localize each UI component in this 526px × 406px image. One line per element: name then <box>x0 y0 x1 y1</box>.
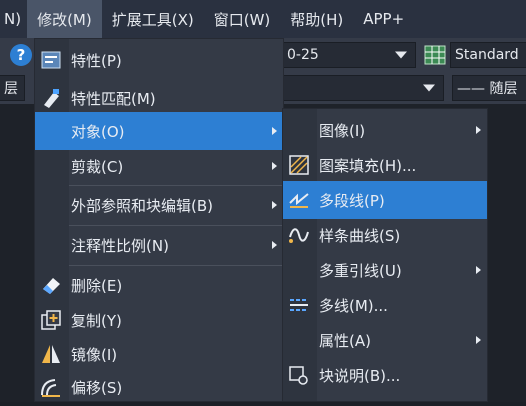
menu-modify[interactable]: 修改(M) <box>27 0 102 38</box>
menu-item-label: 图案填充(H)... <box>319 156 417 175</box>
menu-item-label: 复制(Y) <box>71 311 122 330</box>
style-value: Standard <box>455 47 519 63</box>
menu-item-hatch[interactable]: 图案填充(H)... <box>283 146 487 184</box>
menu-item-label: 外部参照和块编辑(B) <box>71 196 213 215</box>
chevron-right-icon <box>476 126 481 134</box>
menu-item-image[interactable]: 图像(I) <box>283 111 487 149</box>
menu-item-label: 偏移(S) <box>71 378 123 397</box>
chevron-right-icon <box>272 127 277 135</box>
menu-item-attribute[interactable]: 属性(A) <box>283 321 487 359</box>
menu-item-polyline[interactable]: 多段线(P) <box>283 181 487 219</box>
menu-item-multiline[interactable]: 多线(M)... <box>283 286 487 324</box>
menu-app[interactable]: APP+ <box>353 0 414 38</box>
menu-item-copy[interactable]: 复制(Y) <box>35 301 283 339</box>
chevron-right-icon <box>476 266 481 274</box>
polyline-icon <box>287 188 311 212</box>
match-properties-icon <box>39 86 63 110</box>
chevron-right-icon <box>272 241 277 249</box>
offset-icon <box>39 375 63 399</box>
style-select[interactable]: Standard <box>450 42 526 68</box>
object-submenu: 图像(I) 图案填充(H)... 多段线(P) 样条曲线(S) 多重引线(U) … <box>282 108 488 402</box>
menu-item-trim[interactable]: 剪裁(C) <box>35 147 283 185</box>
table-style-icon[interactable] <box>424 45 446 65</box>
chevron-down-icon <box>423 84 435 92</box>
menu-draw[interactable]: N) <box>0 0 27 38</box>
menu-item-object[interactable]: 对象(O) <box>35 112 283 150</box>
menu-item-label: 剪裁(C) <box>71 157 124 176</box>
lineweight-value: —— 随层 <box>457 81 518 97</box>
menu-item-label: 图像(I) <box>319 121 366 140</box>
chevron-right-icon <box>272 162 277 170</box>
menu-window[interactable]: 窗口(W) <box>204 0 281 38</box>
menu-item-spline[interactable]: 样条曲线(S) <box>283 216 487 254</box>
menu-item-multileader[interactable]: 多重引线(U) <box>283 251 487 289</box>
menu-extend-tools[interactable]: 扩展工具(X) <box>102 0 204 38</box>
chevron-right-icon <box>476 336 481 344</box>
menu-item-label: 删除(E) <box>71 276 123 295</box>
menu-item-label: 注释性比例(N) <box>71 236 169 255</box>
menu-item-erase[interactable]: 删除(E) <box>35 266 283 304</box>
menu-item-label: 镜像(I) <box>71 345 118 364</box>
mirror-icon <box>39 342 63 366</box>
help-icon[interactable]: ? <box>10 44 32 66</box>
copy-icon <box>39 308 63 332</box>
spline-icon <box>287 223 311 247</box>
block-description-icon <box>287 363 311 387</box>
layer-combo[interactable] <box>282 75 444 101</box>
menu-item-xref-block-edit[interactable]: 外部参照和块编辑(B) <box>35 186 283 224</box>
lineweight-select[interactable]: —— 随层 <box>452 75 526 101</box>
chevron-down-icon <box>395 51 407 59</box>
erase-icon <box>39 273 63 297</box>
menu-item-label: 对象(O) <box>71 122 125 141</box>
menu-item-label: 块说明(B)... <box>319 366 401 385</box>
layer-select[interactable]: 层 <box>0 75 25 101</box>
menu-item-label: 特性匹配(M) <box>71 89 156 108</box>
linetype-value: 0-25 <box>287 47 319 63</box>
chevron-right-icon <box>272 201 277 209</box>
multiline-icon <box>287 293 311 317</box>
modify-menu: 特性(P) 特性匹配(M) 对象(O) 剪裁(C) 外部参照和块编辑(B) 注释… <box>34 38 284 402</box>
menu-bar: N) 修改(M) 扩展工具(X) 窗口(W) 帮助(H) APP+ <box>0 0 526 38</box>
menu-item-label: 特性(P) <box>71 51 122 70</box>
menu-help[interactable]: 帮助(H) <box>280 0 353 38</box>
menu-item-label: 多重引线(U) <box>319 261 402 280</box>
menu-item-label: 多线(M)... <box>319 296 388 315</box>
menu-item-properties[interactable]: 特性(P) <box>35 41 283 79</box>
menu-item-annotative-scale[interactable]: 注释性比例(N) <box>35 226 283 264</box>
menu-item-block-description[interactable]: 块说明(B)... <box>283 356 487 394</box>
linetype-select[interactable]: 0-25 <box>282 42 416 68</box>
menu-item-offset[interactable]: 偏移(S) <box>35 368 283 406</box>
layer-label: 层 <box>4 81 18 97</box>
menu-item-label: 属性(A) <box>319 331 371 350</box>
menu-item-label: 样条曲线(S) <box>319 226 401 245</box>
hatch-icon <box>287 153 311 177</box>
menu-item-label: 多段线(P) <box>319 191 385 210</box>
properties-icon <box>39 48 63 72</box>
